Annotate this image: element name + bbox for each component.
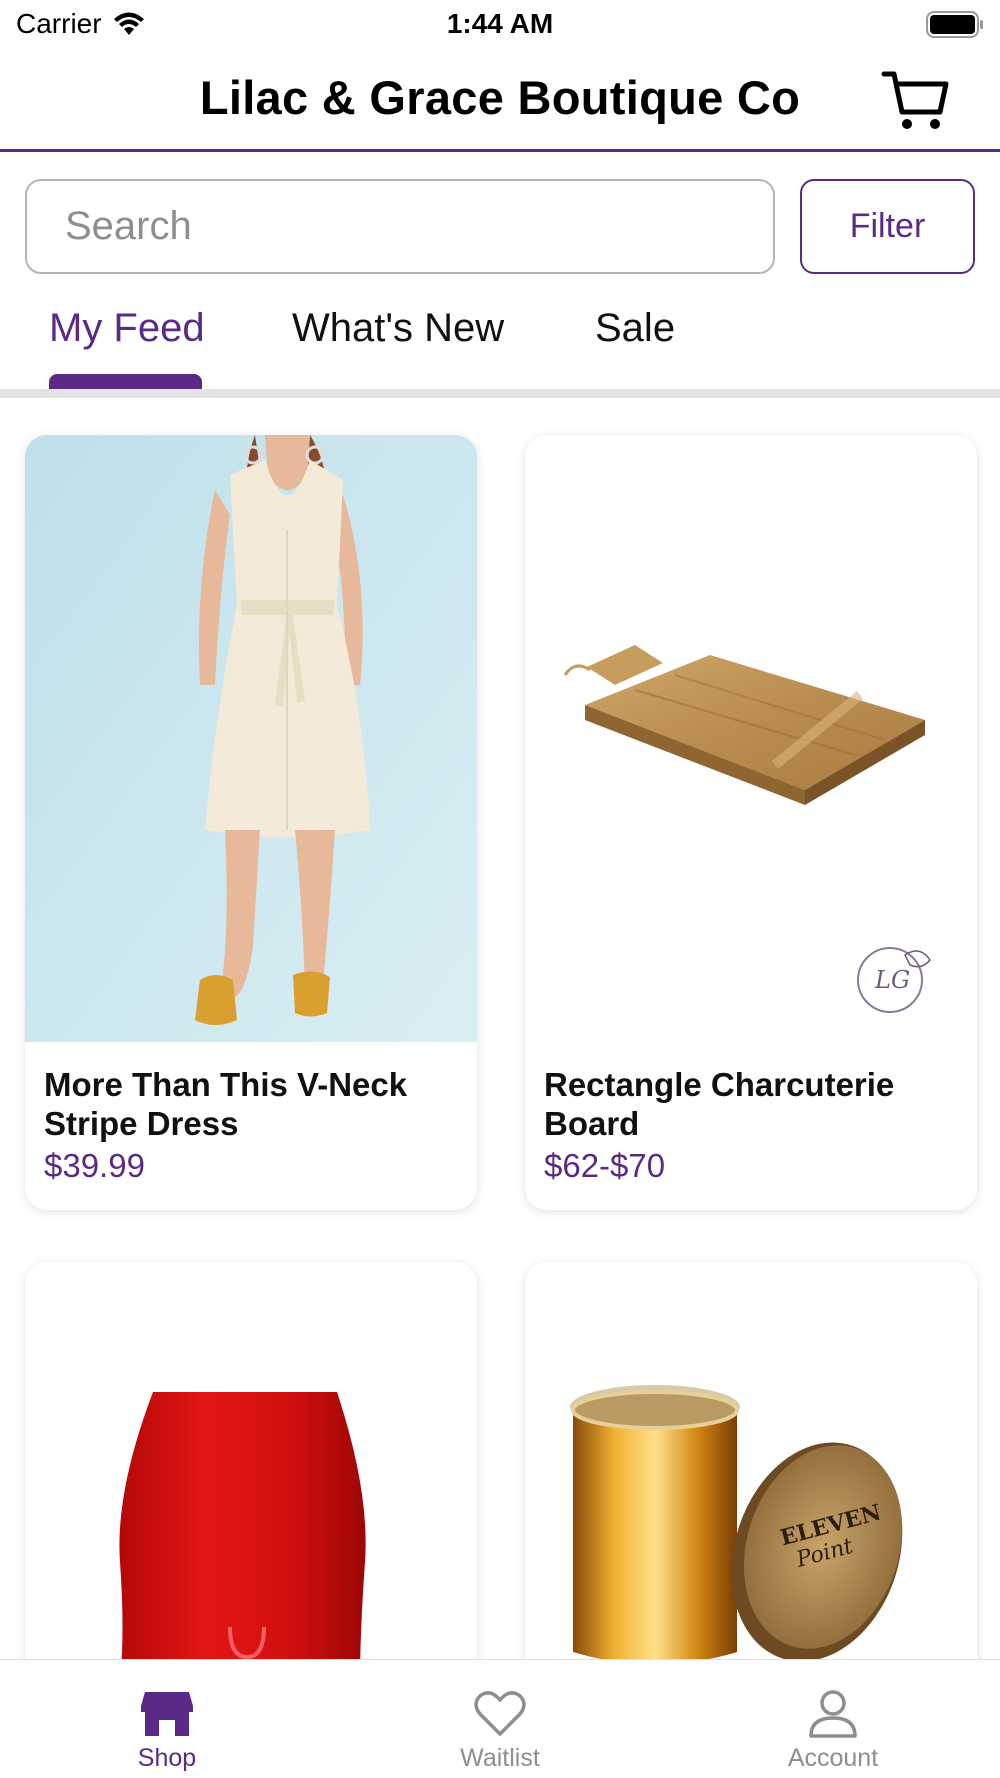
product-image-board[interactable]: LG	[525, 435, 977, 1042]
svg-text:LG: LG	[874, 966, 910, 994]
heart-icon	[474, 1691, 526, 1736]
nav-label: Account	[787, 1744, 879, 1772]
nav-label: Shop	[137, 1744, 197, 1772]
product-image-candle[interactable]: ELEVEN Point	[525, 1262, 977, 1682]
product-card-candle[interactable]: ELEVEN Point	[525, 1262, 977, 1682]
brand-logo: LG	[857, 947, 931, 1013]
search-input[interactable]	[25, 179, 775, 274]
product-card-glass[interactable]	[25, 1262, 477, 1682]
product-image-glass[interactable]	[25, 1262, 477, 1682]
dress-photo	[25, 435, 477, 1042]
status-bar: Carrier 1:44 AM	[0, 0, 1000, 50]
tab-sale[interactable]: Sale	[595, 306, 675, 351]
bottom-tab-bar: Shop Waitlist Account	[0, 1659, 1000, 1778]
candle-photo: ELEVEN Point	[570, 1385, 903, 1665]
product-price: $62-$70	[544, 1147, 666, 1184]
nav-shop[interactable]: Shop	[67, 1660, 267, 1778]
nav-waitlist[interactable]: Waitlist	[400, 1660, 600, 1778]
filter-button[interactable]: Filter	[800, 179, 975, 274]
product-image-dress[interactable]	[25, 435, 477, 1042]
shop-icon	[141, 1692, 193, 1736]
tab-whats-new[interactable]: What's New	[292, 306, 504, 351]
person-icon	[809, 1690, 857, 1738]
cart-icon[interactable]	[880, 66, 952, 134]
battery-icon	[926, 11, 983, 38]
active-tab-indicator	[49, 374, 202, 390]
product-card-board[interactable]: LG Rectangle Charcuterie Board $62-$70	[525, 435, 977, 1210]
product-name: Rectangle Charcuterie Board	[544, 1066, 895, 1142]
nav-account[interactable]: Account	[733, 1660, 933, 1778]
status-time: 1:44 AM	[446, 8, 554, 39]
page-title: Lilac & Grace Boutique Co	[199, 71, 801, 124]
product-price: $39.99	[44, 1147, 145, 1184]
glass-photo	[119, 1392, 366, 1682]
product-card-dress[interactable]: More Than This V-Neck Stripe Dress $39.9…	[25, 435, 477, 1210]
product-name: More Than This V-Neck Stripe Dress	[44, 1066, 408, 1142]
tab-my-feed[interactable]: My Feed	[49, 306, 205, 351]
board-photo: LG	[563, 645, 931, 1013]
tabs-divider	[0, 389, 1000, 398]
nav-label: Waitlist	[460, 1744, 540, 1772]
app-header: Lilac & Grace Boutique Co	[0, 56, 1000, 152]
